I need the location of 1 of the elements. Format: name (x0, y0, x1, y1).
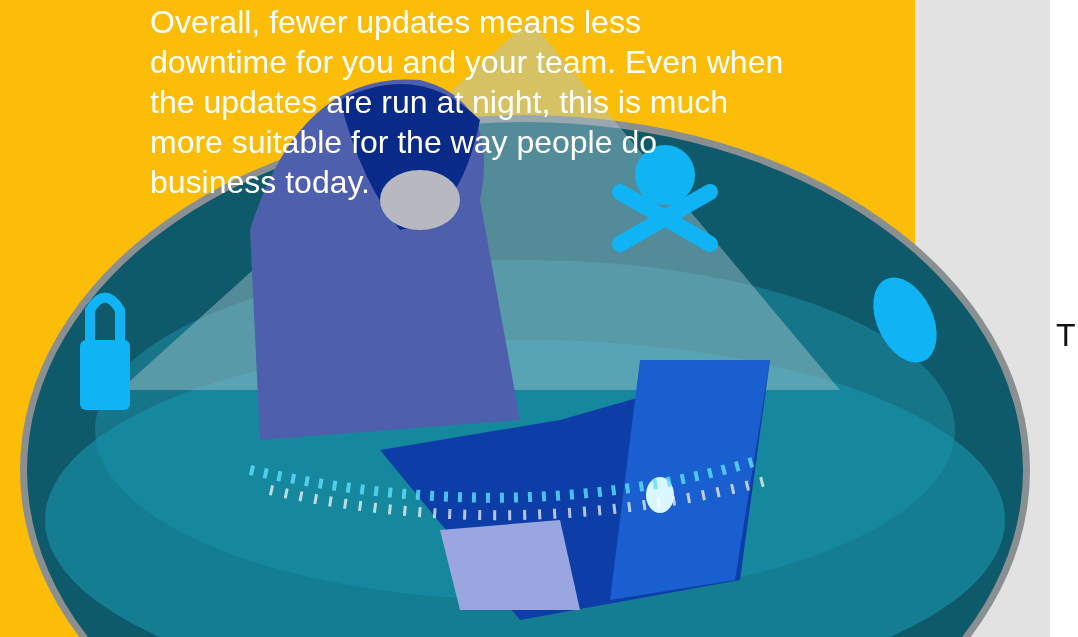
side-column-text: T (1056, 316, 1076, 354)
